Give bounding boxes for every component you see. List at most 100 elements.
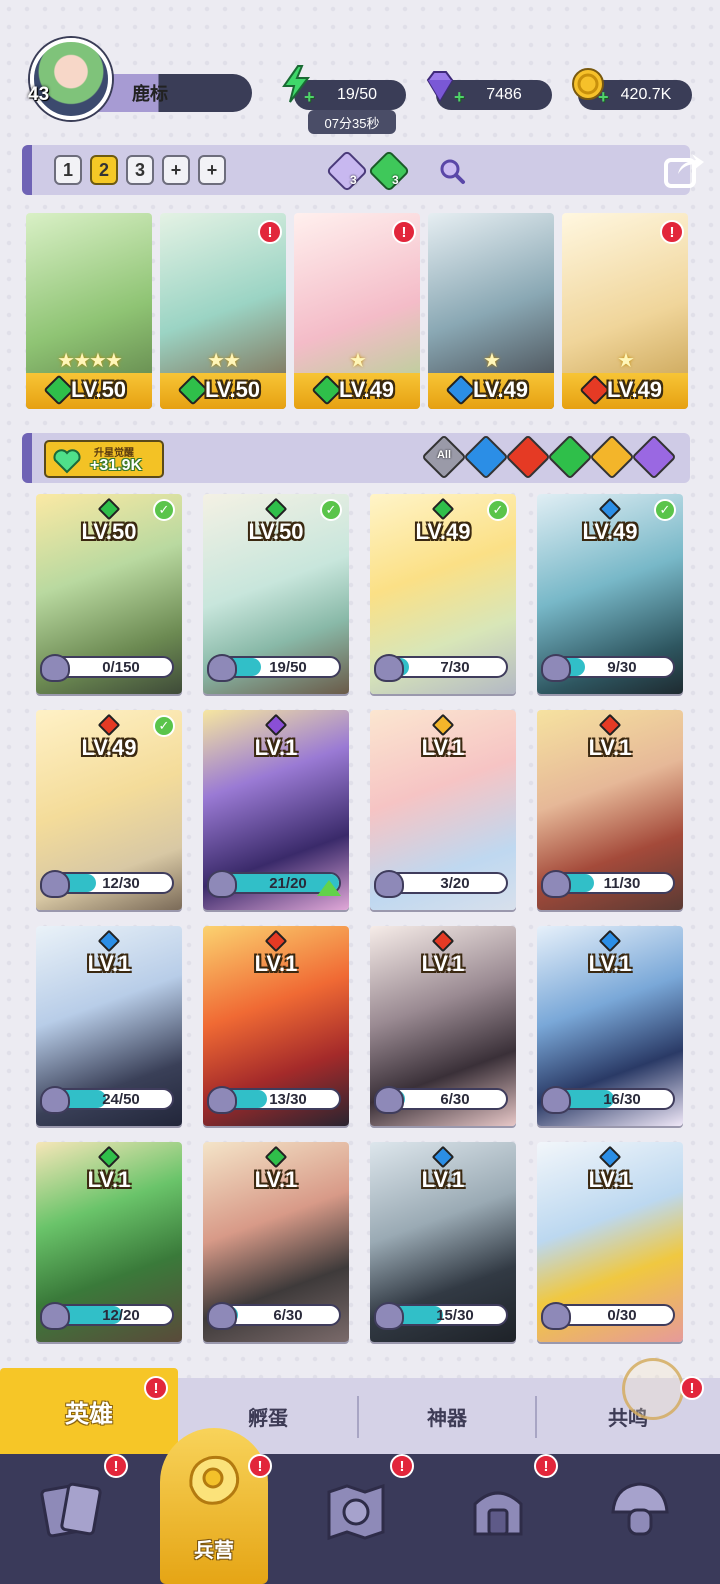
hero-card[interactable]: LV.1 12/20: [36, 1142, 182, 1342]
nav-mushroom[interactable]: [590, 1466, 690, 1566]
in-team-check-icon: ✓: [654, 499, 676, 521]
hero-card[interactable]: LV.1 0/30: [537, 1142, 683, 1342]
hero-card[interactable]: LV.1 13/30: [203, 926, 349, 1126]
gold-plus-icon[interactable]: +: [598, 88, 613, 106]
hero-level: LV.1: [421, 735, 465, 760]
shard-count: 9/30: [607, 659, 637, 676]
gold-value: 420.7K: [620, 86, 672, 103]
star-awaken-button[interactable]: 升星觉醒 +31.9K: [44, 440, 164, 478]
tab-artifacts[interactable]: 神器: [358, 1378, 536, 1454]
search-icon[interactable]: [437, 156, 467, 186]
hero-level: LV.1: [588, 1167, 632, 1192]
hero-level: LV.50: [205, 377, 261, 402]
star-rating: ★★: [207, 350, 241, 372]
hero-card[interactable]: LV.49 ✓ 9/30: [537, 494, 683, 694]
green-crystal-count: 3: [392, 173, 399, 187]
team-slot-3[interactable]: 3: [126, 155, 154, 185]
team-slot-2[interactable]: 2: [90, 155, 118, 185]
shrine-icon: [473, 1491, 523, 1536]
hero-level: LV.1: [588, 951, 632, 976]
map-icon: [327, 1483, 385, 1541]
green-crystal-icon[interactable]: [367, 149, 411, 193]
hero-card[interactable]: LV.50 ✓ 0/150: [36, 494, 182, 694]
energy-plus-icon[interactable]: +: [304, 88, 319, 106]
nav-map-alert: !: [390, 1454, 414, 1478]
energy-value: 19/50: [336, 86, 378, 103]
shard-icon: [541, 870, 571, 898]
hero-card[interactable]: LV.50 ✓ 19/50: [203, 494, 349, 694]
energy-timer: 07分35秒: [308, 110, 396, 134]
top-status-bar: 鹿标 43 19/50 + 07分35秒 7486 + 420.7K +: [0, 0, 720, 135]
filter-all-label: All: [436, 449, 452, 461]
shard-count: 12/20: [102, 1307, 140, 1324]
team-hero-card[interactable]: ★★★★ LV.50: [26, 213, 152, 409]
awaken-value: +31.9K: [90, 457, 143, 474]
in-team-check-icon: ✓: [487, 499, 509, 521]
hero-card[interactable]: LV.1 16/30: [537, 926, 683, 1126]
nav-cards[interactable]: [22, 1466, 122, 1566]
purple-crystal-icon[interactable]: [325, 149, 369, 193]
nav-map[interactable]: [306, 1466, 406, 1566]
team-slot-1[interactable]: 1: [54, 155, 82, 185]
shard-count: 6/30: [440, 1091, 470, 1108]
shard-icon: [374, 870, 404, 898]
upgrade-arrow-icon: [317, 880, 341, 896]
shard-count: 6/30: [273, 1307, 303, 1324]
hero-card[interactable]: LV.1 3/20: [370, 710, 516, 910]
hero-level: LV.1: [254, 951, 298, 976]
hero-level: LV.49: [415, 519, 471, 544]
share-icon[interactable]: [662, 148, 706, 192]
shard-count: 7/30: [440, 659, 470, 676]
heart-icon: [53, 449, 81, 474]
hero-card[interactable]: LV.49 ✓ 7/30: [370, 494, 516, 694]
shard-count: 0/150: [102, 659, 140, 676]
hero-level: LV.50: [248, 519, 304, 544]
shard-icon: [40, 870, 70, 898]
in-team-check-icon: ✓: [320, 499, 342, 521]
star-rating: ★★★★: [57, 350, 123, 372]
shard-count: 12/30: [102, 875, 140, 892]
hero-level: LV.1: [421, 951, 465, 976]
hero-level: LV.49: [607, 377, 663, 402]
hero-card[interactable]: LV.1 15/30: [370, 1142, 516, 1342]
sub-tab-bar: 英雄 孵蛋 神器 共鸣: [0, 1368, 720, 1454]
hero-card[interactable]: LV.49 ✓ 12/30: [36, 710, 182, 910]
hero-card[interactable]: LV.1 11/30: [537, 710, 683, 910]
gem-plus-icon[interactable]: +: [454, 88, 469, 106]
in-team-check-icon: ✓: [153, 499, 175, 521]
hero-card[interactable]: LV.1 6/30: [370, 926, 516, 1126]
shard-icon: [541, 654, 571, 682]
floating-shortcut-button[interactable]: [622, 1358, 684, 1420]
hero-level: LV.1: [87, 951, 131, 976]
shard-icon: [541, 1086, 571, 1114]
player-name-bar[interactable]: 鹿标: [96, 74, 252, 112]
barracks-icon: [189, 1455, 240, 1505]
hero-level: LV.50: [81, 519, 137, 544]
hero-level: LV.49: [473, 377, 529, 402]
hero-card[interactable]: LV.1 24/50: [36, 926, 182, 1126]
team-slot-add-2[interactable]: +: [198, 155, 226, 185]
nav-shrine[interactable]: [448, 1466, 548, 1566]
shard-icon: [40, 654, 70, 682]
shard-count: 24/50: [102, 1091, 140, 1108]
team-toolbar: 1 2 3 + + 3 3: [22, 145, 704, 195]
cards-icon: [40, 1482, 102, 1538]
shard-icon: [40, 1302, 70, 1330]
nav-barracks[interactable]: [164, 1436, 264, 1536]
star-rating: ★: [617, 350, 635, 372]
nav-barracks-label: 兵营: [194, 1540, 234, 1562]
nav-cards-alert: !: [104, 1454, 128, 1478]
hero-level: LV.1: [254, 735, 298, 760]
mushroom-icon: [611, 1482, 669, 1536]
hero-level: LV.49: [582, 519, 638, 544]
shard-icon: [374, 654, 404, 682]
shard-icon: [207, 654, 237, 682]
team-hero-card[interactable]: ★ LV.49: [428, 213, 554, 409]
hero-card[interactable]: LV.1 6/30: [203, 1142, 349, 1342]
team-slot-add-1[interactable]: +: [162, 155, 190, 185]
star-rating: ★: [483, 350, 501, 372]
shard-count: 11/30: [603, 875, 641, 892]
purple-crystal-count: 3: [350, 173, 357, 187]
hero-card[interactable]: LV.1 21/20: [203, 710, 349, 910]
shard-icon: [207, 1302, 237, 1330]
